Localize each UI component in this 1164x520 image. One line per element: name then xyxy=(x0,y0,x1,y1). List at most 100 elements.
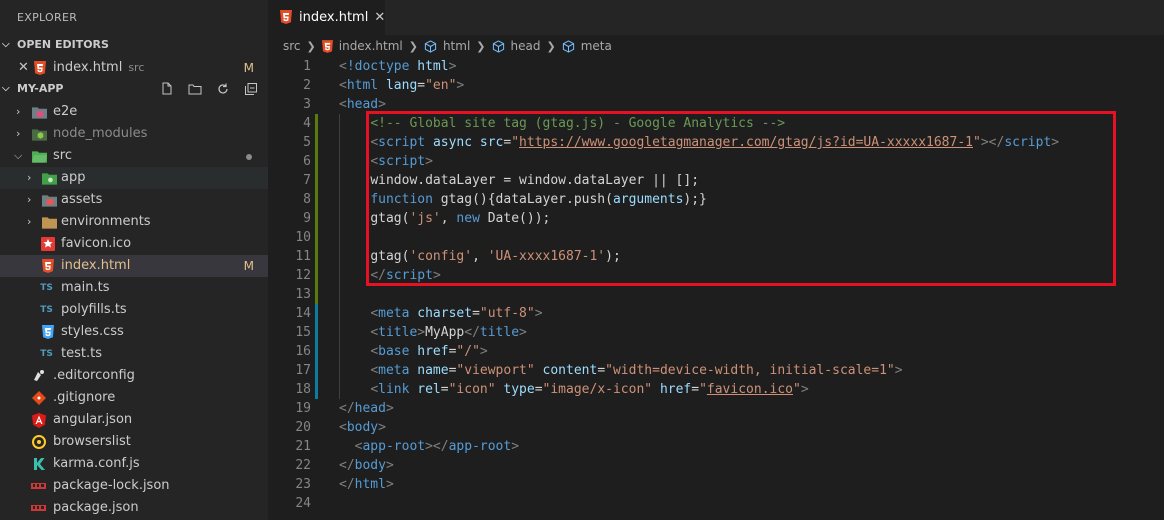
tree-file-browserslist[interactable]: browserslist xyxy=(0,431,268,453)
css3-file-icon xyxy=(40,325,55,339)
src-folder-icon xyxy=(32,149,47,163)
code-token: </ xyxy=(339,401,355,416)
code-token: = xyxy=(417,78,426,93)
tree-file-angular-json[interactable]: angular.json xyxy=(0,409,268,431)
app-folder-icon xyxy=(42,171,57,185)
karma-file-icon xyxy=(31,457,46,471)
breadcrumb-src[interactable]: src xyxy=(283,39,301,53)
code-line[interactable]: <!-- Global site tag (gtag.js) - Google … xyxy=(339,114,1159,133)
code-line[interactable]: <meta charset="utf-8"> xyxy=(339,304,1159,323)
code-token: https://www.googletagmanager.com/gtag/js… xyxy=(519,135,973,150)
tree-file-main-ts[interactable]: TS main.ts xyxy=(0,277,268,299)
code-line[interactable] xyxy=(339,285,1159,304)
tab-index-html[interactable]: index.html ✕ xyxy=(268,0,385,35)
code-token: , xyxy=(440,211,457,226)
close-icon[interactable]: ✕ xyxy=(18,57,29,79)
breadcrumb-head[interactable]: head xyxy=(492,39,541,53)
code-token: gtag( xyxy=(370,211,410,226)
tree-file-package-json[interactable]: package.json xyxy=(0,497,268,519)
tree-file-polyfills-ts[interactable]: TS polyfills.ts xyxy=(0,299,268,321)
tree-file-karma-conf[interactable]: karma.conf.js xyxy=(0,453,268,475)
line-number: 5 xyxy=(303,135,311,150)
code-token: app-root xyxy=(448,439,512,454)
line-number: 3 xyxy=(303,97,311,112)
close-icon[interactable]: ✕ xyxy=(374,10,385,25)
code-line[interactable]: <meta name="viewport" content="width=dev… xyxy=(339,361,1159,380)
code-line[interactable]: </body> xyxy=(339,456,1159,475)
tree-file-test-ts[interactable]: TS test.ts xyxy=(0,343,268,365)
breadcrumb-label: head xyxy=(510,39,541,53)
code-token: body xyxy=(354,458,386,473)
open-editor-item[interactable]: ✕ index.html src M xyxy=(0,57,268,79)
tree-item-label: test.ts xyxy=(61,346,102,361)
tree-folder-node-modules[interactable]: › node_modules xyxy=(0,123,268,145)
tree-file-favicon[interactable]: favicon.ico xyxy=(0,233,268,255)
code-line[interactable]: gtag('config', 'UA-xxxx1687-1'); xyxy=(339,247,1159,266)
code-line[interactable]: <body> xyxy=(339,418,1159,437)
code-line[interactable] xyxy=(339,228,1159,247)
code-line[interactable]: <!doctype html> xyxy=(339,57,1159,76)
code-token: html xyxy=(346,78,379,93)
code-token: name xyxy=(417,363,449,378)
tree-file-package-lock[interactable]: package-lock.json xyxy=(0,475,268,497)
refresh-icon[interactable] xyxy=(214,80,232,98)
tree-folder-assets[interactable]: › assets xyxy=(0,189,268,211)
code-line[interactable]: <head> xyxy=(339,95,1159,114)
editorconfig-file-icon xyxy=(31,369,46,383)
code-token: href xyxy=(417,344,449,359)
tree-folder-e2e[interactable]: › e2e xyxy=(0,101,268,123)
code-token: charset xyxy=(417,306,473,321)
code-token: html xyxy=(354,477,386,492)
breadcrumb-meta[interactable]: meta xyxy=(562,39,612,53)
code-token: "utf-8" xyxy=(479,306,535,321)
code-line[interactable]: <script async src="https://www.googletag… xyxy=(339,133,1159,152)
breadcrumb-file[interactable]: index.html xyxy=(321,39,403,53)
tree-folder-src[interactable]: ⌵ src xyxy=(0,145,268,167)
project-header[interactable]: ⌵ MY-APP xyxy=(0,79,268,99)
star-file-icon xyxy=(40,237,55,251)
code-line[interactable]: </html> xyxy=(339,475,1159,494)
code-line[interactable]: <html lang="en"> xyxy=(339,76,1159,95)
line-number: 15 xyxy=(295,325,311,340)
cube-icon xyxy=(562,39,575,53)
code-token: > xyxy=(378,420,386,435)
code-editor[interactable]: 1 2 3 4 5 6 7 8 9 10 11 12 13 14 15 16 17 18 19 20 21 22 23 24 … xyxy=(268,57,1164,520)
code-token: < xyxy=(370,135,379,150)
open-editors-header[interactable]: ⌵ OPEN EDITORS xyxy=(0,35,268,55)
git-file-icon xyxy=(31,391,46,405)
code-line[interactable]: gtag('js', new Date()); xyxy=(339,209,1159,228)
code-line[interactable]: <script> xyxy=(339,152,1159,171)
new-file-icon[interactable] xyxy=(158,80,176,98)
new-folder-icon[interactable] xyxy=(186,80,204,98)
chevron-right-icon: ❯ xyxy=(546,39,556,53)
code-line[interactable]: <base href="/"> xyxy=(339,342,1159,361)
code-line[interactable]: <link rel="icon" type="image/x-icon" hre… xyxy=(339,380,1159,399)
code-line[interactable]: function gtag(){dataLayer.push(arguments… xyxy=(339,190,1159,209)
tree-file-editorconfig[interactable]: .editorconfig xyxy=(0,365,268,387)
open-editors-label: OPEN EDITORS xyxy=(17,38,109,51)
tree-file-index-html[interactable]: index.html M xyxy=(0,255,268,277)
code-line[interactable]: </script> xyxy=(339,266,1159,285)
collapse-all-icon[interactable] xyxy=(242,80,260,98)
code-content[interactable]: <!doctype html> <html lang="en"> <head> <!… xyxy=(339,57,1159,513)
tree-folder-app[interactable]: › app xyxy=(0,167,268,189)
breadcrumb-html[interactable]: html xyxy=(424,39,470,53)
code-line[interactable]: <app-root></app-root> xyxy=(339,437,1159,456)
breadcrumb-label: src xyxy=(283,39,301,53)
line-number: 12 xyxy=(295,268,311,283)
code-token: < xyxy=(370,306,379,321)
code-line[interactable]: </head> xyxy=(339,399,1159,418)
code-line[interactable] xyxy=(339,494,1159,513)
code-line[interactable]: window.dataLayer = window.dataLayer || [… xyxy=(339,171,1159,190)
code-line[interactable]: <title>MyApp</title> xyxy=(339,323,1159,342)
code-token: < xyxy=(339,78,347,93)
tree-file-styles-css[interactable]: styles.css xyxy=(0,321,268,343)
html5-file-icon xyxy=(321,39,333,53)
tree-folder-environments[interactable]: › environments xyxy=(0,211,268,233)
tree-file-gitignore[interactable]: .gitignore xyxy=(0,387,268,409)
code-token: < xyxy=(370,325,379,340)
